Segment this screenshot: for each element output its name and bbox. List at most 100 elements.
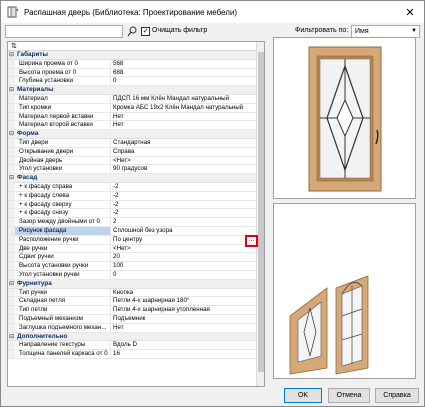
grid-row[interactable]: Двойная дверь <Нет> [8,156,264,166]
property-grid[interactable]: ⇅ ⊟ Габариты Ширина проема от 0 568 Высота п… [7,41,265,387]
grid-row[interactable]: Угол установки ручки 0 [8,270,264,280]
grid-row[interactable]: Ширина проема от 0 568 [8,59,264,69]
row-gutter [8,297,15,306]
vertical-scrollbar[interactable] [256,42,264,386]
grid-row[interactable]: Направление текстуры Вдоль D [8,341,264,351]
property-name: Высота проема от 0 [15,68,111,77]
property-value[interactable]: <Нет> [111,157,253,165]
property-value[interactable]: Вдоль D [111,341,253,349]
property-value[interactable]: Сплошной без узора [111,227,253,235]
collapse-icon[interactable]: ⊟ [8,86,15,94]
collapse-icon[interactable]: ⊟ [8,280,15,288]
property-value[interactable]: 688 [111,69,253,77]
row-gutter [8,191,15,200]
grid-row[interactable]: + к фасаду справа -2 [8,182,264,192]
collapse-icon[interactable]: ⊟ [8,130,15,138]
property-value[interactable]: <Нет> [111,245,253,253]
property-value[interactable]: Кромка АБС 19х2 Клён Мандал натуральный [111,104,253,112]
row-gutter [8,200,15,209]
grid-row[interactable]: Заглушка подъемного механ... Нет [8,323,264,333]
grid-row[interactable]: + к фасаду слева -2 [8,191,264,201]
grid-row[interactable]: Рисунок фасада Сплошной без узора [8,226,264,236]
property-value[interactable]: Нет [111,324,253,332]
row-gutter [8,341,15,350]
scrollbar-thumb[interactable] [258,52,264,372]
collapse-icon[interactable]: ⊟ [8,51,15,59]
property-name: Направление текстуры [15,341,111,350]
property-name: Тип двери [15,138,111,147]
property-value[interactable]: 2 [111,218,253,226]
grid-row[interactable]: Тип двери Стандартная [8,138,264,148]
property-value[interactable]: 20 [111,253,253,261]
collapse-icon[interactable]: ⊟ [8,333,15,341]
title-bar: Распашная дверь (Библиотека: Проектирова… [1,1,424,23]
property-value[interactable]: ПДСП 16 мм Клён Мандал натуральный [111,95,253,103]
grid-category[interactable]: ⊟ Материалы [8,86,264,95]
property-value[interactable]: Кнопка [111,289,253,297]
grid-row[interactable]: Материал второй вставки Нет [8,121,264,131]
property-name: Сдвиг ручки [15,253,111,262]
grid-row[interactable]: Угол установки 90 градусов [8,165,264,175]
grid-row[interactable]: Расположение ручки По центру [8,235,264,245]
grid-header: ⇅ [8,42,264,51]
property-value[interactable]: Петли 4-х шарнирная 180° [111,297,253,305]
close-icon[interactable]: ✕ [396,1,424,23]
grid-row[interactable]: Тип ручки Кнопка [8,288,264,298]
property-value[interactable]: 0 [111,77,253,85]
property-value[interactable]: 568 [111,60,253,68]
property-value[interactable]: Нет [111,113,253,121]
property-value[interactable]: Справа [111,148,253,156]
ok-button[interactable]: OK [284,388,322,403]
grid-row[interactable]: Высота проема от 0 688 [8,68,264,78]
search-input[interactable] [5,25,123,38]
row-gutter [8,226,15,235]
grid-row[interactable]: Зазор между двойными от 02 [8,218,264,227]
row-gutter [8,77,15,86]
property-value[interactable]: -2 [111,201,253,209]
grid-row[interactable]: Две ручки <Нет> [8,244,264,254]
clear-filter-checkbox[interactable]: ✓ [141,27,150,36]
row-gutter [8,209,15,218]
grid-row[interactable]: Материал ПДСП 16 мм Клён Мандал натуральн… [8,94,264,104]
property-name: Подъемный механизм [15,314,111,323]
cancel-button[interactable]: Отмена [328,388,370,403]
grid-row[interactable]: Сдвиг ручки 20 [8,253,264,263]
grid-category[interactable]: ⊟ Фасад [8,174,264,183]
grid-row[interactable]: Складная петля Петли 4-х шарнирная 180° [8,297,264,307]
collapse-icon[interactable]: ⊟ [8,174,15,182]
grid-row[interactable]: Глубина установки 0 [8,77,264,87]
grid-row[interactable]: Материал первой вставки Нет [8,112,264,122]
grid-row[interactable]: + к фасаду снизу -2 [8,209,264,219]
property-name: Материал второй вставки [15,121,111,130]
grid-row[interactable]: Толщина панелей каркаса от 0 16 [8,350,264,359]
property-value[interactable]: 90 градусов [111,165,253,173]
clear-filter-label: Очищать фильтр [152,27,208,34]
grid-category[interactable]: ⊟ Форма [8,130,264,139]
property-value[interactable]: -2 [111,183,253,191]
property-name: Высота установки ручки [15,262,111,270]
property-value[interactable]: По центру [111,236,253,244]
property-value[interactable]: Петли 4-х шарнирная утопленная [111,306,253,314]
grid-row[interactable]: + к фасаду сверху -2 [8,200,264,210]
property-value[interactable]: 100 [111,262,253,270]
grid-category[interactable]: ⊟ Дополнительно [8,332,264,342]
property-value[interactable]: -2 [111,192,253,200]
grid-category[interactable]: ⊟ Фурнитура [8,279,264,289]
property-value[interactable]: 0 [111,271,253,279]
property-value[interactable]: -2 [111,209,253,217]
property-value[interactable]: 16 [111,350,253,358]
property-value[interactable]: Подъемник [111,315,253,323]
property-value[interactable]: Нет [111,121,253,129]
grid-row[interactable]: Подъемный механизм Подъемник [8,314,264,324]
grid-row[interactable]: Тип петли Петли 4-х шарнирная утопленная [8,306,264,315]
grid-row[interactable]: Открывание двери Справа [8,147,264,157]
grid-row[interactable]: Тип кромки Кромка АБС 19х2 Клён Мандал на… [8,103,264,113]
row-gutter [8,147,15,156]
property-value[interactable]: Стандартная [111,139,253,147]
grid-category[interactable]: ⊟ Габариты [8,51,264,60]
help-button[interactable]: Справка [375,388,419,403]
sort-icon[interactable]: ⇅ [11,42,17,50]
ellipsis-button[interactable]: … [245,235,258,247]
grid-row[interactable]: Высота установки ручки 100 [8,262,264,271]
search-icon[interactable] [127,26,137,37]
